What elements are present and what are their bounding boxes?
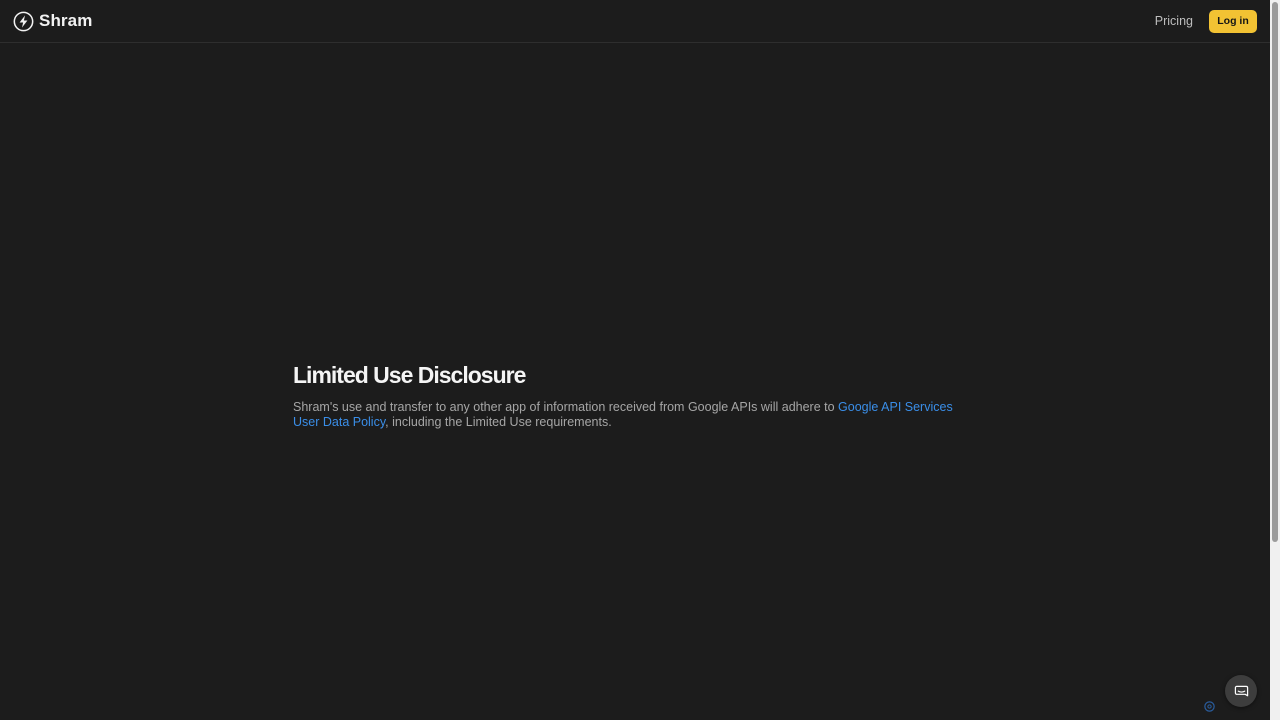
lightning-circle-icon (13, 11, 34, 32)
top-nav-bar: Shram Pricing Log in (0, 0, 1270, 43)
vertical-scrollbar[interactable] (1270, 0, 1280, 720)
nav-links: Pricing Log in (1155, 9, 1257, 33)
chat-launcher-button[interactable] (1225, 675, 1257, 707)
disclosure-text-start: Shram's use and transfer to any other ap… (293, 400, 839, 414)
disclosure-text-end: , including the Limited Use requirements… (385, 415, 612, 429)
gear-icon[interactable] (1203, 700, 1216, 713)
brand-logo-link[interactable]: Shram (13, 11, 92, 32)
brand-name: Shram (39, 11, 93, 30)
nav-pricing-link[interactable]: Pricing (1155, 14, 1193, 28)
scrollbar-thumb[interactable] (1272, 2, 1278, 542)
chat-bubble-icon (1234, 684, 1249, 699)
page-title: Limited Use Disclosure (293, 362, 526, 388)
disclosure-paragraph: Shram's use and transfer to any other ap… (293, 400, 973, 430)
main-content: Limited Use Disclosure Shram's use and t… (293, 361, 973, 430)
page: Shram Pricing Log in Limited Use Disclos… (0, 0, 1280, 720)
login-button[interactable]: Log in (1209, 9, 1257, 33)
